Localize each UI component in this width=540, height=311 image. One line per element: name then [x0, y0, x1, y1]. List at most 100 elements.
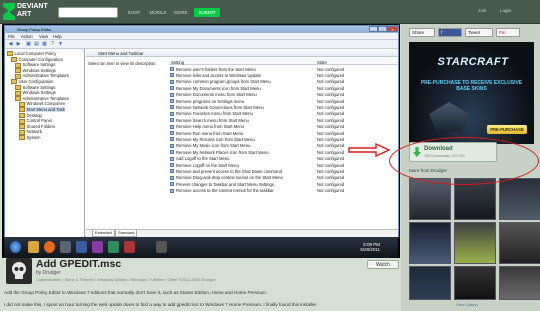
- policy-setting-name: Add Logoff to the Start Menu: [176, 156, 230, 162]
- show-tree-icon[interactable]: ▤: [33, 41, 40, 48]
- help-icon[interactable]: ?: [49, 41, 56, 48]
- filter-icon[interactable]: ▼: [57, 41, 64, 48]
- tweet-button[interactable]: Tweet: [465, 28, 493, 37]
- deviation-title: Add GPEDIT.msc: [36, 258, 122, 270]
- back-arrow-icon[interactable]: ◀: [7, 41, 14, 48]
- column-header-setting[interactable]: Setting: [171, 60, 184, 65]
- gallery-thumbnail[interactable]: [499, 266, 540, 300]
- menu-help[interactable]: Help: [53, 34, 62, 39]
- app-icon[interactable]: [76, 241, 87, 253]
- column-header-state[interactable]: State: [317, 60, 327, 65]
- gallery-thumbnail[interactable]: [454, 222, 496, 264]
- avatar[interactable]: [6, 258, 32, 284]
- watch-button[interactable]: Watch: [367, 260, 399, 269]
- search-input[interactable]: [58, 7, 118, 18]
- tree-node[interactable]: Local Computer Policy: [7, 51, 57, 56]
- nav-mobile[interactable]: MOBILE: [148, 8, 168, 17]
- policy-row[interactable]: Remove Documents menu from Start Menu Not…: [169, 92, 398, 98]
- policy-row[interactable]: Remove My Pictures icon from Start Menu N…: [169, 136, 398, 142]
- tree-node[interactable]: Network: [19, 129, 42, 134]
- policy-row[interactable]: Remove Run menu from Start Menu Not confi…: [169, 130, 398, 136]
- firefox-icon[interactable]: [44, 241, 55, 253]
- gallery-thumbnail[interactable]: [499, 178, 540, 220]
- policy-row[interactable]: Remove Favorites menu from Start Menu Not…: [169, 111, 398, 117]
- explorer-icon[interactable]: [28, 241, 39, 253]
- starcraft-ad[interactable]: STARCRAFT PRE-PURCHASE TO RECEIVE EXCLUS…: [409, 42, 534, 144]
- policy-row[interactable]: Remove My Documents icon from Start Menu…: [169, 85, 398, 91]
- pin-button[interactable]: Pin: [496, 28, 520, 37]
- tree-node[interactable]: Software Settings: [15, 85, 56, 90]
- tree-node[interactable]: Administrative Templates: [15, 96, 69, 101]
- gallery-thumbnail[interactable]: [409, 266, 451, 300]
- tree-node[interactable]: Computer Configuration: [11, 57, 63, 62]
- gallery-thumbnail[interactable]: [409, 222, 451, 264]
- menu-action[interactable]: Action: [21, 34, 33, 39]
- policy-row[interactable]: Remove Logoff on the Start Menu Not confi…: [169, 162, 398, 168]
- app-icon[interactable]: [60, 241, 71, 253]
- policy-row[interactable]: Remove user's folders from the Start Men…: [169, 66, 398, 72]
- tree-node[interactable]: Start Menu and Task: [19, 107, 65, 113]
- tree-node[interactable]: Windows Settings: [15, 68, 56, 73]
- gallery-thumbnail[interactable]: [409, 178, 451, 220]
- tree-node[interactable]: Windows Settings: [15, 90, 56, 95]
- policy-setting-icon: [170, 150, 174, 155]
- deviantart-logo-icon[interactable]: [3, 3, 15, 20]
- menu-view[interactable]: View: [39, 34, 48, 39]
- site-logo-text[interactable]: DEVIANT ART: [17, 3, 48, 19]
- tree-node[interactable]: Software Settings: [15, 62, 56, 67]
- app-icon[interactable]: [92, 241, 103, 253]
- policy-setting-state: Not configured: [317, 188, 345, 194]
- policy-setting-icon: [170, 175, 174, 180]
- tree-node[interactable]: Windows Componen: [19, 101, 66, 106]
- taskbar-clock[interactable]: 6:09 PM 6/29/2011: [360, 242, 380, 252]
- policy-row[interactable]: Remove Search menu from Start Menu Not co…: [169, 117, 398, 123]
- policy-row[interactable]: Remove Drag-and-drop context menus on th…: [169, 175, 398, 181]
- policy-row[interactable]: Remove Network Connections from Start Me…: [169, 104, 398, 110]
- app-icon[interactable]: [124, 241, 135, 253]
- share-button[interactable]: Share: [409, 28, 435, 37]
- policy-setting-icon: [170, 86, 174, 91]
- policy-row[interactable]: Remove access to the context menus for t…: [169, 188, 398, 194]
- tree-node[interactable]: System: [19, 135, 41, 140]
- facebook-share-icon[interactable]: f: [438, 28, 462, 37]
- login-link[interactable]: Login: [500, 8, 511, 13]
- app-icon[interactable]: [156, 241, 167, 253]
- policy-row[interactable]: Remove and prevent access to the Shut Do…: [169, 168, 398, 174]
- tree-node[interactable]: User Configuration: [11, 79, 54, 84]
- view-gallery-link[interactable]: View Gallery: [456, 302, 478, 307]
- close-icon[interactable]: ×: [387, 26, 398, 32]
- policy-setting-name: Remove Run menu from Start Menu: [176, 130, 244, 136]
- policy-row[interactable]: Remove common program groups from Start …: [169, 79, 398, 85]
- policy-row[interactable]: Remove programs on Settings menu Not conf…: [169, 98, 398, 104]
- ad-cta-button[interactable]: PRE-PURCHASE NOW: [487, 125, 527, 141]
- properties-icon[interactable]: ▦: [41, 41, 48, 48]
- nav-more[interactable]: MORE: [173, 8, 189, 17]
- nav-shop[interactable]: SHOP: [126, 8, 142, 17]
- minimize-icon[interactable]: –: [369, 26, 378, 32]
- gallery-thumbnail[interactable]: [499, 222, 540, 264]
- start-orb-icon[interactable]: [10, 241, 21, 253]
- join-link[interactable]: Join: [478, 8, 486, 13]
- tab-extended[interactable]: Extended: [92, 230, 115, 237]
- forward-arrow-icon[interactable]: ▶: [15, 41, 22, 48]
- menu-file[interactable]: File: [8, 34, 15, 39]
- policy-setting-state: Not configured: [317, 124, 345, 130]
- policy-setting-icon: [170, 156, 174, 161]
- up-folder-icon[interactable]: ▣: [25, 41, 32, 48]
- maximize-icon[interactable]: □: [378, 26, 387, 32]
- policy-row[interactable]: Prevent changes to Taskbar and Start Men…: [169, 181, 398, 187]
- policy-setting-state: Not configured: [317, 104, 345, 110]
- tree-node[interactable]: Control Panel: [19, 118, 52, 123]
- app-icon[interactable]: [108, 241, 119, 253]
- category-path[interactable]: Customization / Skins & Themes / Windows…: [36, 277, 216, 282]
- gallery-thumbnail[interactable]: [454, 266, 496, 300]
- tree-node[interactable]: Desktop: [19, 113, 42, 118]
- policy-row[interactable]: Remove links and access to Windows Updat…: [169, 72, 398, 78]
- tree-node[interactable]: Shared Folders: [19, 124, 56, 129]
- policy-row[interactable]: Remove Help menu from Start Menu Not conf…: [169, 124, 398, 130]
- tab-standard[interactable]: Standard: [115, 230, 138, 237]
- policy-setting-icon: [170, 131, 174, 135]
- author-byline[interactable]: by Drudger: [36, 270, 61, 276]
- submit-button[interactable]: SUBMIT: [194, 8, 220, 17]
- tree-node[interactable]: Administrative Templates: [15, 73, 69, 78]
